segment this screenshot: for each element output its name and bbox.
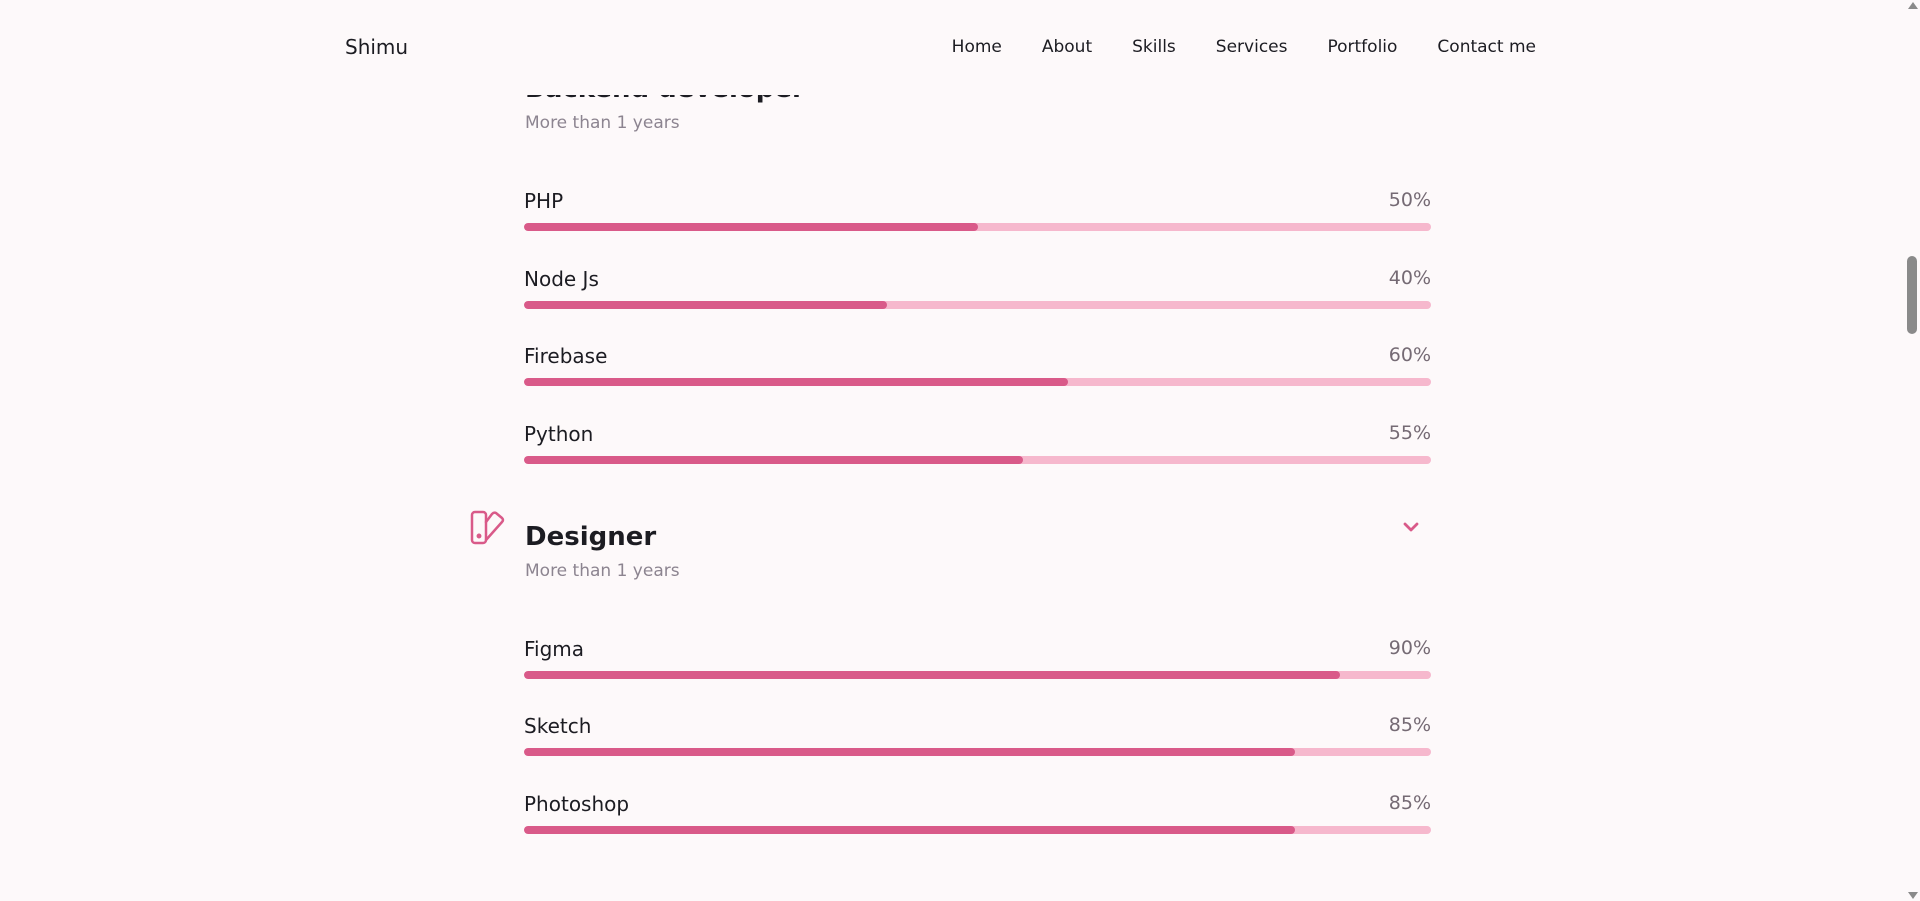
skill-progress-bar bbox=[524, 456, 1431, 464]
skill-progress-fill bbox=[524, 671, 1341, 679]
skill-percent: 50% bbox=[1388, 189, 1431, 211]
nav-links: Home About Skills Services Portfolio Con… bbox=[952, 37, 1536, 57]
scrollbar-thumb[interactable] bbox=[1907, 256, 1917, 334]
skill-progress-fill bbox=[524, 301, 887, 309]
skill-progress-bar bbox=[524, 301, 1431, 309]
skill-name: Node Js bbox=[524, 267, 599, 291]
nav-portfolio[interactable]: Portfolio bbox=[1327, 37, 1397, 57]
skill-progress-bar bbox=[524, 826, 1431, 834]
nav-skills[interactable]: Skills bbox=[1132, 37, 1176, 57]
nav-contact[interactable]: Contact me bbox=[1437, 37, 1536, 57]
skill-progress-bar bbox=[524, 223, 1431, 231]
navbar: Shimu Home About Skills Services Portfol… bbox=[0, 0, 1904, 95]
skill-progress-bar bbox=[524, 378, 1431, 386]
skill-percent: 60% bbox=[1388, 344, 1431, 366]
skill-name: Sketch bbox=[524, 714, 592, 738]
skill-name: Python bbox=[524, 422, 594, 446]
swatchbook-icon bbox=[470, 510, 505, 545]
skill-progress-fill bbox=[524, 456, 1023, 464]
page-scrollbar[interactable] bbox=[1904, 0, 1920, 901]
section-subtitle: More than 1 years bbox=[525, 113, 680, 133]
skill-row: Photoshop 85% bbox=[524, 792, 1431, 842]
section-subtitle: More than 1 years bbox=[525, 561, 680, 581]
skill-progress-fill bbox=[524, 378, 1069, 386]
skill-progress-bar bbox=[524, 671, 1431, 679]
nav-about[interactable]: About bbox=[1042, 37, 1092, 57]
skill-row: PHP 50% bbox=[524, 189, 1431, 239]
nav-home[interactable]: Home bbox=[952, 37, 1002, 57]
brand-logo[interactable]: Shimu bbox=[345, 35, 408, 59]
skill-progress-fill bbox=[524, 826, 1295, 834]
section-title: Designer bbox=[525, 522, 657, 552]
skill-percent: 85% bbox=[1388, 792, 1431, 814]
skill-progress-bar bbox=[524, 748, 1431, 756]
skill-name: Photoshop bbox=[524, 792, 630, 816]
nav-services[interactable]: Services bbox=[1216, 37, 1288, 57]
skill-row: Sketch 85% bbox=[524, 714, 1431, 764]
skill-percent: 40% bbox=[1388, 267, 1431, 289]
skill-name: Figma bbox=[524, 637, 585, 661]
skill-progress-fill bbox=[524, 748, 1295, 756]
skill-percent: 90% bbox=[1388, 637, 1431, 659]
scroll-down-arrow-icon[interactable] bbox=[1908, 892, 1918, 899]
skill-row: Python 55% bbox=[524, 422, 1431, 472]
scroll-up-arrow-icon[interactable] bbox=[1908, 2, 1918, 9]
chevron-down-icon[interactable] bbox=[1400, 516, 1422, 538]
skill-row: Figma 90% bbox=[524, 637, 1431, 687]
skill-progress-fill bbox=[524, 223, 978, 231]
skill-row: Node Js 40% bbox=[524, 267, 1431, 317]
skill-name: Firebase bbox=[524, 344, 608, 368]
skill-name: PHP bbox=[524, 189, 564, 213]
skill-percent: 85% bbox=[1388, 714, 1431, 736]
skill-percent: 55% bbox=[1388, 422, 1431, 444]
skill-row: Firebase 60% bbox=[524, 344, 1431, 394]
